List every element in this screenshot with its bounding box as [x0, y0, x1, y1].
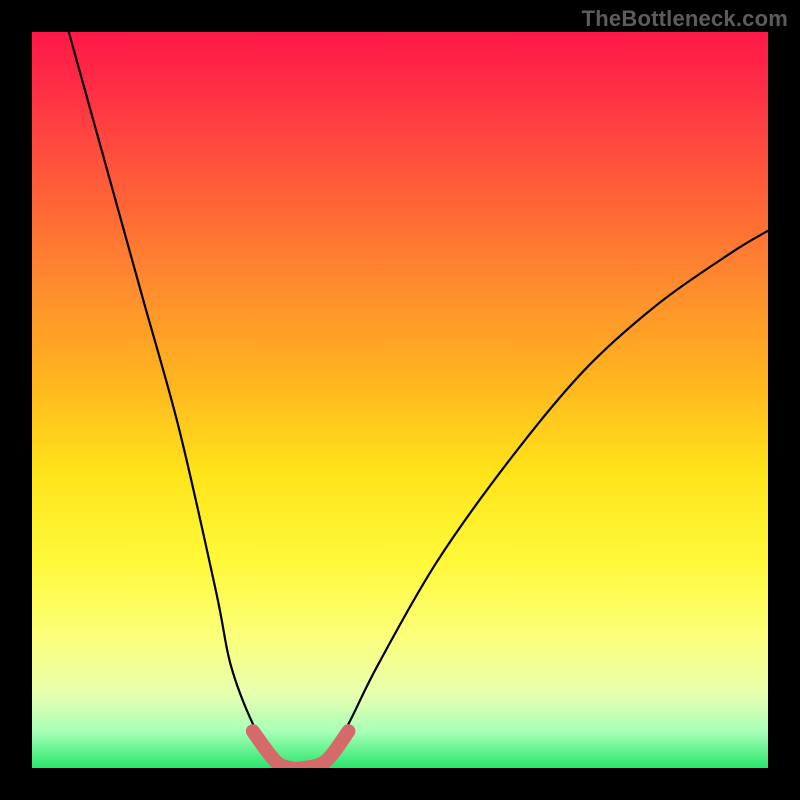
plot-svg — [32, 32, 768, 768]
bottleneck-curve — [69, 32, 768, 768]
plot-area — [32, 32, 768, 768]
optimal-range-marker — [253, 731, 349, 768]
watermark-text: TheBottleneck.com — [582, 6, 788, 32]
chart-frame: TheBottleneck.com — [0, 0, 800, 800]
